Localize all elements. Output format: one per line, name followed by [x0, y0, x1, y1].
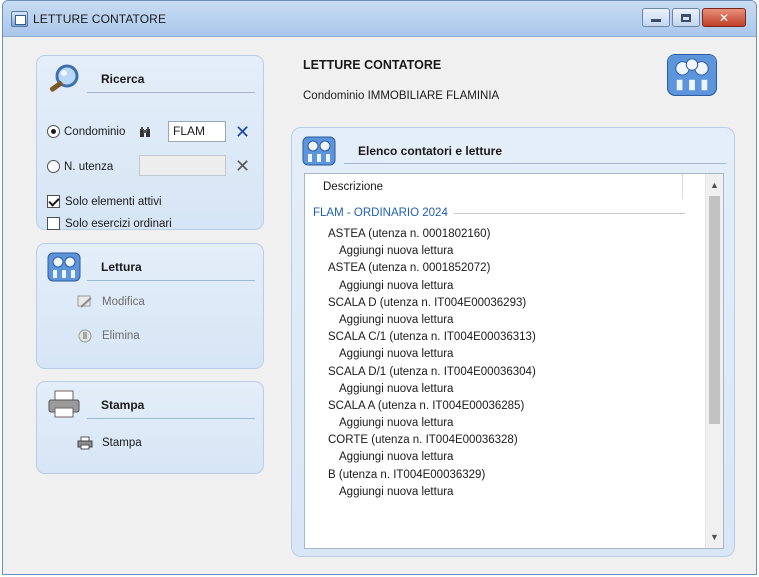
meter-row[interactable]: SCALA D/1 (utenza n. IT004E00036304)	[305, 364, 685, 381]
minimize-icon	[651, 19, 661, 22]
ricerca-panel: Ricerca Condominio FLAM ✕ N. utenza ✕ So…	[36, 55, 264, 230]
add-reading-row[interactable]: Aggiungi nuova lettura	[305, 278, 685, 295]
contatori-panel: Elenco contatori e letture Descrizione F…	[291, 127, 735, 557]
vertical-scrollbar[interactable]: ▲ ▼	[705, 174, 723, 548]
utenza-input[interactable]	[139, 155, 226, 176]
add-reading-row[interactable]: Aggiungi nuova lettura	[305, 243, 685, 260]
solo-ordinari-label: Solo esercizi ordinari	[65, 217, 172, 230]
ricerca-header: Ricerca	[45, 62, 255, 96]
app-icon	[11, 11, 28, 27]
meter-row[interactable]: CORTE (utenza n. IT004E00036328)	[305, 432, 685, 449]
stampa-header: Stampa	[45, 388, 255, 422]
utenza-label: N. utenza	[64, 160, 114, 173]
solo-ordinari-row[interactable]: Solo esercizi ordinari	[47, 217, 172, 230]
meter-row[interactable]: SCALA A (utenza n. IT004E00036285)	[305, 398, 685, 415]
group-divider	[453, 212, 685, 214]
meter-row[interactable]: B (utenza n. IT004E00036329)	[305, 467, 685, 484]
title-bar[interactable]: LETTURE CONTATORE ✕	[3, 1, 756, 37]
utenza-radio[interactable]	[47, 160, 60, 173]
list-title: Elenco contatori e letture	[358, 144, 503, 158]
lettura-header: Lettura	[45, 250, 255, 284]
printer-icon	[48, 390, 80, 418]
scroll-thumb[interactable]	[709, 196, 720, 424]
maximize-button[interactable]	[672, 8, 700, 27]
add-reading-row[interactable]: Aggiungi nuova lettura	[305, 312, 685, 329]
add-reading-row[interactable]: Aggiungi nuova lettura	[305, 415, 685, 432]
modifica-button[interactable]: Modifica	[77, 295, 145, 309]
elimina-button[interactable]: Elimina	[77, 329, 140, 343]
solo-attivi-label: Solo elementi attivi	[65, 195, 162, 208]
column-header-descrizione[interactable]: Descrizione	[313, 174, 683, 199]
minimize-button[interactable]	[642, 8, 670, 27]
condominio-radio[interactable]	[47, 125, 60, 138]
lettura-title: Lettura	[101, 260, 142, 274]
meter-row[interactable]: ASTEA (utenza n. 0001802160)	[305, 226, 685, 243]
add-reading-row[interactable]: Aggiungi nuova lettura	[305, 484, 685, 501]
window-title: LETTURE CONTATORE	[33, 12, 167, 26]
header-divider	[87, 92, 255, 93]
binoculars-icon[interactable]	[139, 126, 151, 138]
solo-ordinari-checkbox[interactable]	[47, 217, 60, 230]
window-client-area: Ricerca Condominio FLAM ✕ N. utenza ✕ So…	[11, 38, 748, 568]
solo-attivi-checkbox[interactable]	[47, 195, 60, 208]
main-window: LETTURE CONTATORE ✕ Ricerca Condominio F…	[2, 0, 757, 575]
add-reading-row[interactable]: Aggiungi nuova lettura	[305, 449, 685, 466]
close-icon: ✕	[718, 10, 730, 25]
ricerca-title: Ricerca	[101, 72, 145, 86]
stampa-title: Stampa	[101, 398, 145, 412]
list-rows: ASTEA (utenza n. 0001802160) Aggiungi nuo…	[305, 226, 685, 501]
add-reading-row[interactable]: Aggiungi nuova lettura	[305, 381, 685, 398]
meter-row[interactable]: SCALA C/1 (utenza n. IT004E00036313)	[305, 329, 685, 346]
add-reading-row[interactable]: Aggiungi nuova lettura	[305, 346, 685, 363]
solo-attivi-row[interactable]: Solo elementi attivi	[47, 195, 162, 208]
maximize-icon	[681, 13, 691, 22]
lettura-panel: Lettura Modifica Elimina	[36, 243, 264, 369]
header-divider	[87, 418, 255, 419]
meter-row[interactable]: ASTEA (utenza n. 0001852072)	[305, 260, 685, 277]
meter-icon-large	[667, 54, 717, 96]
magnifier-icon	[49, 64, 79, 92]
delete-icon	[78, 329, 92, 343]
condominio-radio-row[interactable]: Condominio	[47, 125, 125, 138]
meter-row[interactable]: SCALA D (utenza n. IT004E00036293)	[305, 295, 685, 312]
condominio-input[interactable]: FLAM	[168, 121, 226, 142]
elimina-label: Elimina	[102, 330, 140, 342]
utenza-radio-row[interactable]: N. utenza	[47, 160, 113, 173]
header-divider	[87, 280, 255, 281]
meter-icon	[47, 252, 81, 282]
page-title: LETTURE CONTATORE	[303, 58, 442, 72]
modifica-label: Modifica	[102, 296, 145, 308]
close-button[interactable]: ✕	[702, 8, 746, 27]
group-label: FLAM - ORDINARIO 2024	[313, 207, 448, 219]
scroll-down-icon[interactable]: ▼	[706, 528, 723, 546]
group-header-row[interactable]: FLAM - ORDINARIO 2024	[313, 204, 685, 222]
column-header-label: Descrizione	[323, 181, 384, 193]
header-divider	[344, 163, 726, 164]
page-subtitle: Condominio IMMOBILIARE FLAMINIA	[303, 90, 500, 102]
contatori-listbox[interactable]: Descrizione FLAM - ORDINARIO 2024 ASTEA …	[304, 173, 724, 549]
scroll-up-icon[interactable]: ▲	[706, 176, 723, 194]
clear-utenza-icon[interactable]: ✕	[235, 157, 250, 175]
edit-icon	[77, 295, 92, 308]
stampa-label: Stampa	[102, 437, 142, 449]
condominio-label: Condominio	[64, 125, 126, 138]
print-icon	[77, 436, 93, 450]
stampa-button[interactable]: Stampa	[77, 436, 142, 450]
meter-icon	[302, 136, 336, 166]
stampa-panel: Stampa Stampa	[36, 381, 264, 474]
clear-condominio-icon[interactable]: ✕	[235, 123, 250, 141]
